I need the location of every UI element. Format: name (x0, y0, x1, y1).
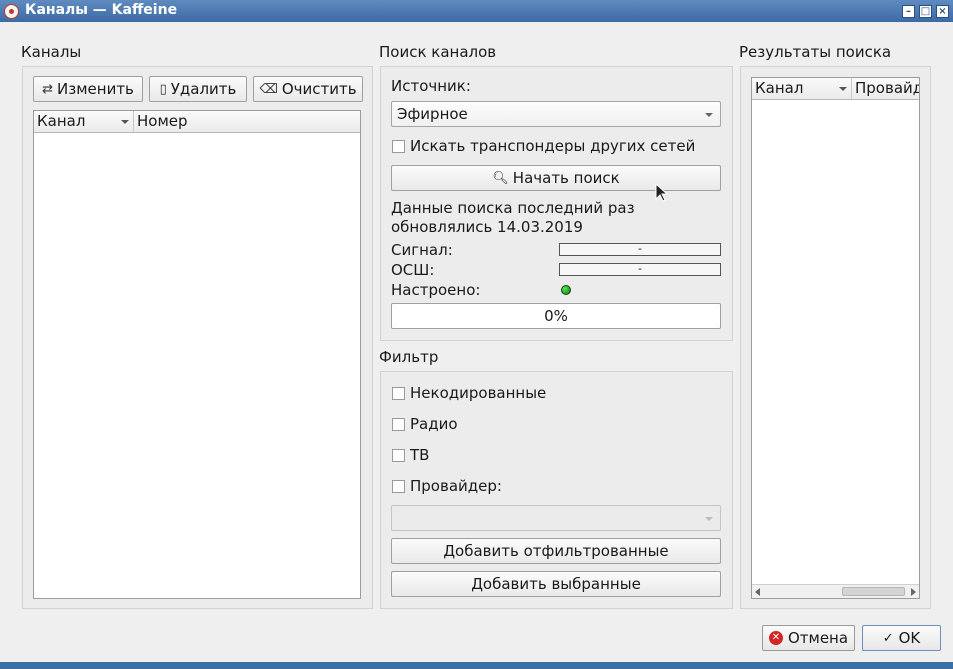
channels-list-header: Канал Номер (34, 111, 360, 133)
signal-meter: - (559, 243, 721, 256)
channels-group: ⇄ Изменить ▯ Удалить ⌫ Очистить Канал Но… (22, 66, 373, 609)
delete-channel-label: Удалить (170, 80, 237, 98)
cancel-label: Отмена (787, 629, 849, 647)
scan-progress-value: 0% (544, 307, 568, 325)
snr-label: ОСШ: (391, 261, 435, 279)
chevron-down-icon (705, 113, 713, 117)
ok-button[interactable]: ✓ OK (862, 625, 941, 651)
start-scan-label: Начать поиск (512, 169, 620, 187)
scroll-left-icon[interactable] (755, 588, 760, 596)
tv-checkbox[interactable] (392, 449, 405, 462)
tuned-label: Настроено: (391, 281, 481, 299)
column-number[interactable]: Номер (134, 111, 361, 133)
channels-list[interactable]: Канал Номер (33, 110, 361, 599)
signal-meter-value: - (638, 242, 642, 255)
cancel-button[interactable]: ✕ Отмена (762, 625, 855, 651)
column-channel[interactable]: Канал (34, 111, 134, 133)
unscrambled-label[interactable]: Некодированные (410, 384, 546, 402)
column-number-label: Номер (137, 112, 188, 130)
other-networks-label[interactable]: Искать транспондеры других сетей (410, 137, 695, 155)
delete-channel-button[interactable]: ▯ Удалить (149, 76, 247, 102)
tuned-led-icon (561, 285, 571, 295)
results-column-channel-label: Канал (755, 79, 804, 97)
last-update-line2: обновлялись 14.03.2019 (391, 218, 583, 236)
provider-select[interactable] (391, 505, 721, 531)
edit-icon: ⇄ (42, 81, 54, 97)
results-list-header: Канал Провайд (752, 78, 919, 100)
results-horizontal-scrollbar[interactable] (752, 584, 919, 598)
scan-progress-bar: 0% (391, 303, 721, 329)
provider-checkbox[interactable] (392, 480, 405, 493)
results-column-provider[interactable]: Провайд (852, 78, 920, 100)
unscrambled-checkbox[interactable] (392, 387, 405, 400)
add-filtered-label: Добавить отфильтрованные (443, 542, 669, 560)
results-section-title: Результаты поиска (739, 43, 892, 61)
close-icon[interactable]: × (936, 5, 949, 18)
clear-channels-label: Очистить (281, 80, 357, 98)
radio-label[interactable]: Радио (410, 415, 458, 433)
filter-group: Некодированные Радио ТВ Провайдер: Добав… (380, 371, 733, 609)
backspace-icon: ⌫ (259, 81, 278, 97)
source-select-value: Эфирное (397, 105, 468, 123)
kaffeine-channels-window: Каналы — Kaffeine – □ × Каналы ⇄ Изменит… (0, 0, 953, 669)
snr-meter-value: - (638, 262, 642, 275)
edit-channel-label: Изменить (57, 80, 134, 98)
results-column-provider-label: Провайд (855, 79, 920, 97)
signal-label: Сигнал: (391, 241, 453, 259)
tv-label[interactable]: ТВ (410, 446, 429, 464)
title-bar[interactable]: Каналы — Kaffeine – □ × (0, 0, 953, 22)
add-selected-label: Добавить выбранные (471, 575, 641, 593)
clear-channels-button[interactable]: ⌫ Очистить (253, 76, 363, 102)
scroll-right-icon[interactable] (911, 588, 916, 596)
window-bottom-edge (0, 662, 953, 669)
column-channel-label: Канал (37, 112, 86, 130)
window-title: Каналы — Kaffeine (25, 2, 178, 18)
source-label: Источник: (391, 77, 471, 95)
edit-channel-button[interactable]: ⇄ Изменить (33, 76, 143, 102)
other-networks-checkbox[interactable] (392, 140, 405, 153)
mouse-pointer-icon (655, 183, 667, 202)
maximize-icon[interactable]: □ (919, 5, 932, 18)
start-scan-button[interactable]: 🔍︎ Начать поиск (391, 165, 721, 191)
results-column-channel[interactable]: Канал (752, 78, 852, 100)
scan-icon: 🔍︎ (492, 170, 509, 186)
source-select[interactable]: Эфирное (391, 101, 721, 127)
radio-checkbox[interactable] (392, 418, 405, 431)
results-group: Канал Провайд (740, 66, 931, 609)
provider-label[interactable]: Провайдер: (410, 477, 502, 495)
sort-down-icon (121, 120, 129, 124)
search-group: Источник: Эфирное Искать транспондеры др… (380, 66, 733, 341)
add-filtered-button[interactable]: Добавить отфильтрованные (391, 538, 721, 564)
ok-label: OK (898, 629, 921, 647)
scrollbar-thumb[interactable] (842, 587, 905, 596)
trash-icon: ▯ (159, 81, 167, 97)
minimize-icon[interactable]: – (902, 5, 915, 18)
sort-down-icon (839, 87, 847, 91)
add-selected-button[interactable]: Добавить выбранные (391, 571, 721, 597)
check-icon: ✓ (882, 630, 894, 646)
last-update-line1: Данные поиска последний раз (391, 199, 635, 217)
search-section-title: Поиск каналов (379, 43, 497, 61)
filter-section-title: Фильтр (379, 348, 439, 366)
snr-meter: - (559, 263, 721, 276)
results-list[interactable]: Канал Провайд (751, 77, 920, 599)
chevron-down-icon (705, 517, 713, 521)
channels-section-title: Каналы (21, 43, 82, 61)
cancel-icon: ✕ (768, 631, 783, 645)
kaffeine-app-icon[interactable] (4, 4, 19, 19)
